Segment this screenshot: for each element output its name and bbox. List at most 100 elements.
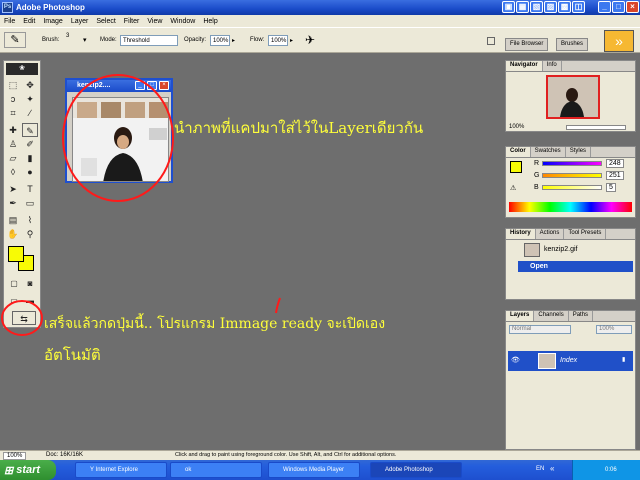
extra-icon-3[interactable]: ▧ [530, 1, 543, 13]
dodge-tool-icon[interactable]: ● [22, 165, 38, 179]
gamut-warning-icon[interactable]: ⚠ [510, 184, 516, 192]
windows-logo-icon: ⊞ [4, 464, 14, 477]
status-bar: 100% Doc: 16K/16K Click and drag to pain… [0, 450, 640, 460]
eyedropper-tool-icon[interactable]: ⌇ [22, 213, 38, 227]
g-value[interactable]: 251 [606, 171, 624, 180]
layer-visibility-eye-icon[interactable]: 👁 [511, 356, 520, 364]
start-button[interactable]: ⊞ start [0, 460, 56, 480]
language-indicator[interactable]: EN [536, 466, 544, 472]
tab-styles[interactable]: Styles [566, 147, 592, 157]
g-slider[interactable] [542, 173, 602, 178]
b-value[interactable]: 5 [606, 183, 616, 192]
task-ok-folder[interactable]: ok [170, 462, 262, 478]
tab-navigator[interactable]: Navigator [506, 61, 543, 71]
menu-file[interactable]: File [0, 18, 19, 25]
opacity-input[interactable]: 100% [210, 35, 230, 46]
quick-mask-mode-icon[interactable]: ◙ [22, 277, 38, 291]
menu-image[interactable]: Image [39, 18, 66, 25]
menu-edit[interactable]: Edit [19, 18, 39, 25]
airbrush-icon[interactable]: ✈ [305, 33, 315, 47]
brush-size[interactable]: 3 [66, 33, 69, 39]
jump-to-imageready-icon[interactable]: » [604, 30, 634, 52]
pen-tool-icon[interactable]: ✒ [5, 196, 21, 210]
notes-tool-icon[interactable]: ▤ [5, 213, 21, 227]
task-windows-media-player[interactable]: Windows Media Player [268, 462, 360, 478]
clone-stamp-tool-icon[interactable]: ♙ [5, 137, 21, 151]
menu-help[interactable]: Help [199, 18, 221, 25]
tab-paths[interactable]: Paths [569, 311, 594, 321]
task-internet-explorer[interactable]: Y Internet Explore [75, 462, 167, 478]
standard-mode-icon[interactable]: ▢ [6, 277, 22, 291]
tab-history[interactable]: History [506, 229, 536, 239]
minimize-button[interactable]: _ [598, 1, 611, 13]
tab-info[interactable]: Info [543, 61, 562, 71]
brush-dropdown-icon[interactable]: ▾ [83, 36, 87, 44]
maximize-button[interactable]: □ [612, 1, 625, 13]
history-brush-tool-icon[interactable]: ✐ [22, 137, 38, 151]
navigator-zoom-slider[interactable] [566, 125, 626, 130]
gradient-tool-icon[interactable]: ▮ [22, 151, 38, 165]
menu-layer[interactable]: Layer [67, 18, 93, 25]
tab-channels[interactable]: Channels [534, 311, 569, 321]
brush-tool-icon[interactable]: ✎ [22, 123, 38, 137]
shape-tool-icon[interactable]: ▭ [22, 196, 38, 210]
foreground-color-swatch[interactable] [8, 246, 24, 262]
layer-opacity-input[interactable]: 100% [596, 325, 632, 334]
history-step-open[interactable]: Open [518, 261, 633, 272]
tab-actions[interactable]: Actions [536, 229, 565, 239]
crop-tool-icon[interactable]: ⌗ [5, 106, 21, 120]
slice-tool-icon[interactable]: ∕ [22, 106, 38, 120]
status-doc-size[interactable]: Doc: 16K/16K [46, 452, 83, 458]
layer-name[interactable]: Index [560, 357, 577, 364]
tab-layers[interactable]: Layers [506, 311, 535, 321]
color-fg-swatch[interactable] [510, 161, 522, 173]
navigator-zoom[interactable]: 100% [509, 124, 524, 130]
healing-brush-tool-icon[interactable]: ✚ [5, 123, 21, 137]
layer-row-index[interactable]: 👁 Index ▮ [508, 351, 633, 371]
flow-input[interactable]: 100% [268, 35, 288, 46]
extra-icon-2[interactable]: ▦ [516, 1, 529, 13]
history-snapshot-name[interactable]: kenzip2.gif [544, 246, 577, 253]
layer-thumbnail [538, 353, 556, 369]
navigator-thumbnail[interactable] [546, 75, 600, 119]
menu-view[interactable]: View [143, 18, 166, 25]
magic-wand-tool-icon[interactable]: ✦ [22, 92, 38, 106]
status-zoom[interactable]: 100% [3, 452, 27, 460]
tab-brushes[interactable]: Brushes [556, 38, 589, 51]
adobe-online-icon[interactable]: ❀ [6, 63, 38, 75]
tab-file-browser[interactable]: File Browser [505, 38, 549, 51]
hand-tool-icon[interactable]: ✋ [5, 227, 21, 241]
menu-filter[interactable]: Filter [120, 18, 144, 25]
tab-swatches[interactable]: Swatches [531, 147, 566, 157]
blur-tool-icon[interactable]: ◊ [5, 165, 21, 179]
lasso-tool-icon[interactable]: ↄ [5, 92, 21, 106]
menu-window[interactable]: Window [166, 18, 199, 25]
path-selection-tool-icon[interactable]: ➤ [5, 182, 21, 196]
type-tool-icon[interactable]: T [22, 182, 38, 196]
opacity-arrow-icon[interactable]: ▸ [232, 37, 235, 44]
r-slider[interactable] [542, 161, 602, 166]
mode-select[interactable]: Threshold [120, 35, 178, 46]
tab-tool-presets[interactable]: Tool Presets [564, 229, 607, 239]
flow-arrow-icon[interactable]: ▸ [290, 37, 293, 44]
move-tool-icon[interactable]: ✥ [22, 78, 38, 92]
blend-mode-select[interactable]: Normal [509, 325, 571, 334]
b-slider[interactable] [542, 185, 602, 190]
zoom-tool-icon[interactable]: ⚲ [22, 227, 38, 241]
extra-icon-6[interactable]: ◫ [572, 1, 585, 13]
extra-icon-5[interactable]: ▩ [558, 1, 571, 13]
tray-arrow-icon[interactable]: « [550, 464, 554, 473]
close-button[interactable]: × [626, 1, 639, 13]
menu-select[interactable]: Select [92, 18, 119, 25]
task-adobe-photoshop[interactable]: Adobe Photoshop [370, 462, 462, 478]
r-value[interactable]: 248 [606, 159, 624, 168]
eraser-tool-icon[interactable]: ▱ [5, 151, 21, 165]
dock-toggle-icon[interactable] [487, 37, 495, 45]
extra-icon-1[interactable]: ▣ [502, 1, 515, 13]
marquee-tool-icon[interactable]: ⬚ [5, 78, 21, 92]
tab-color[interactable]: Color [506, 147, 531, 157]
clock[interactable]: 0:06 [605, 467, 617, 473]
color-ramp[interactable] [509, 202, 632, 212]
brush-tool-preset-icon[interactable]: ✎ [4, 32, 26, 48]
extra-icon-4[interactable]: ▨ [544, 1, 557, 13]
